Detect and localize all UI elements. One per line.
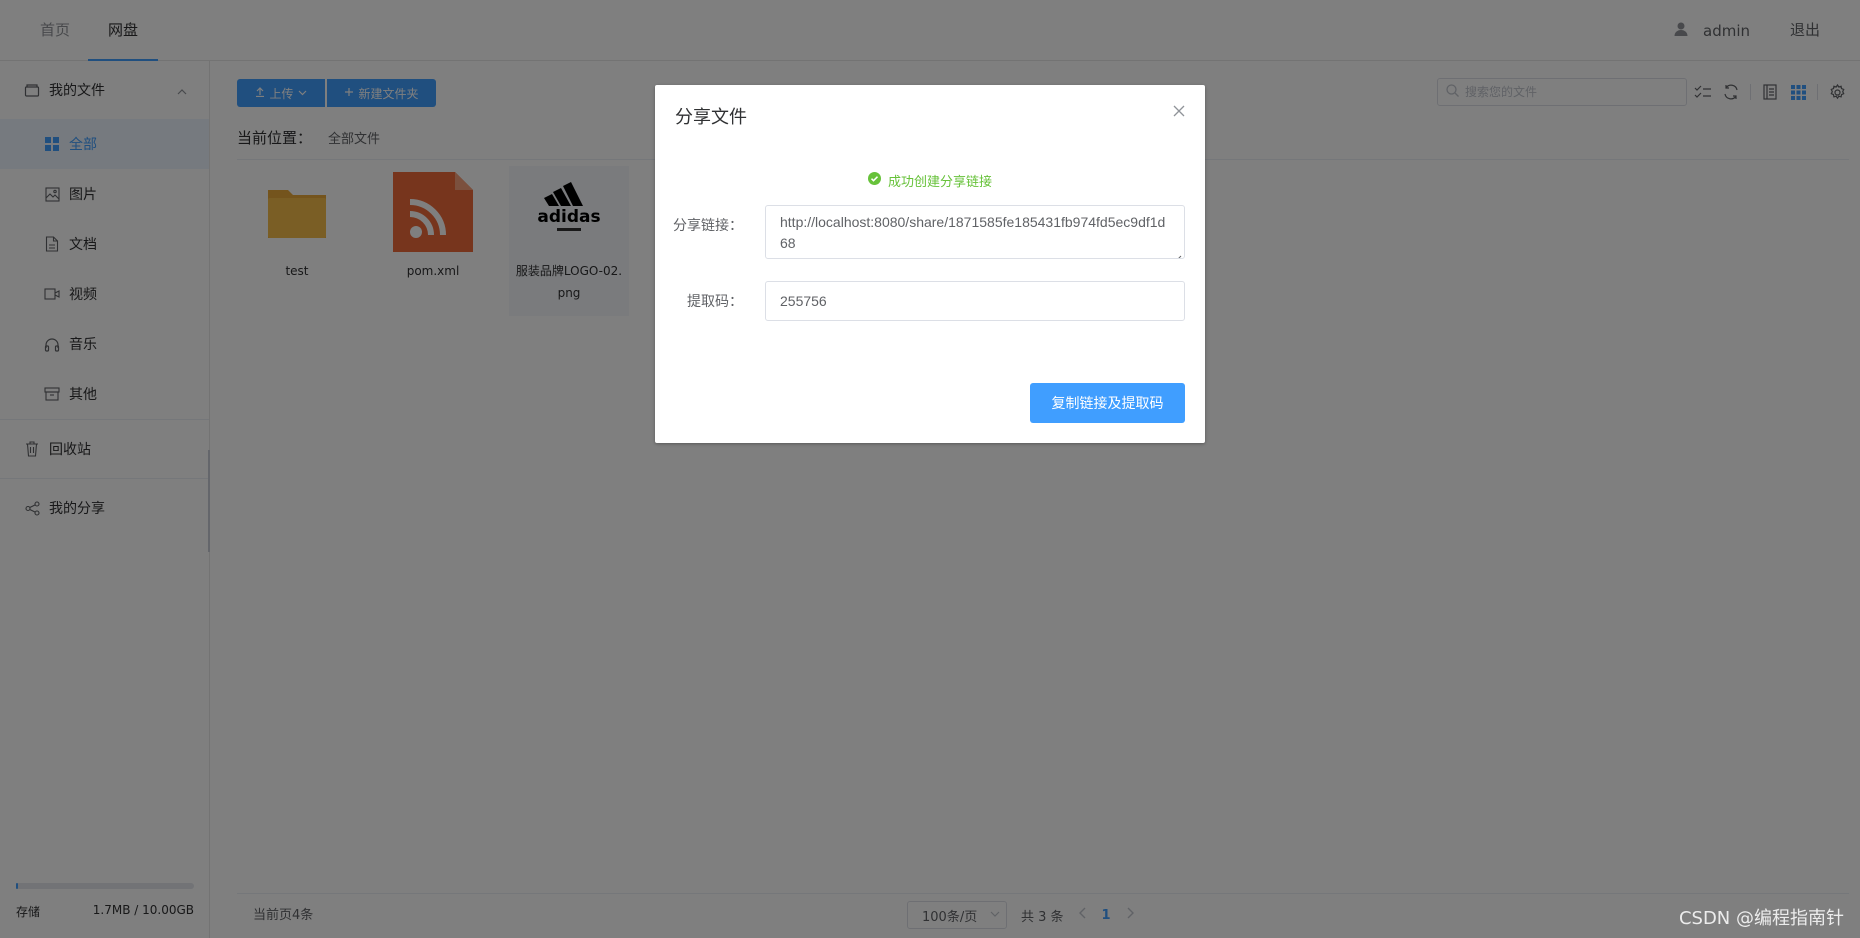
success-text: 成功创建分享链接	[887, 175, 992, 190]
check-circle-icon	[867, 172, 881, 189]
share-link-textarea[interactable]: http://localhost:8080/share/1871585fe185…	[765, 205, 1185, 259]
share-dialog: 分享文件 成功创建分享链接 分享链接： http://localhost:808…	[655, 85, 1205, 443]
dialog-title: 分享文件	[675, 107, 747, 128]
extract-code-label: 提取码：	[687, 294, 743, 310]
success-message: 成功创建分享链接	[655, 171, 1205, 190]
share-link-label: 分享链接：	[673, 218, 743, 234]
watermark: CSDN @编程指南针	[1678, 908, 1844, 929]
resize-handle-icon[interactable]	[1174, 248, 1182, 258]
copy-link-button[interactable]: 复制链接及提取码	[1030, 383, 1185, 423]
share-link-value: http://localhost:8080/share/1871585fe185…	[780, 214, 1166, 251]
close-icon[interactable]	[1171, 103, 1187, 119]
extract-code-input[interactable]: 255756	[765, 281, 1185, 321]
